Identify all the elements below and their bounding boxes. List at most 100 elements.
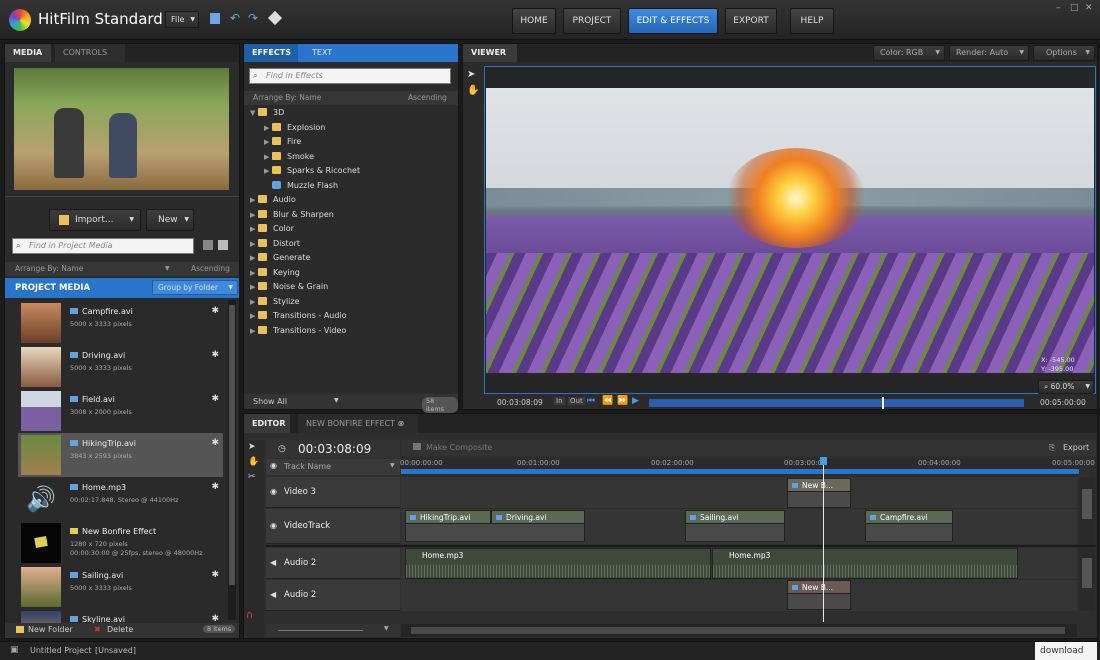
effects-tree-item[interactable]: ▶ Smoke (264, 150, 314, 165)
nav-edit-effects[interactable]: EDIT & EFFECTS (628, 8, 718, 34)
effects-tree-item[interactable]: ▶ Explosion (264, 121, 325, 136)
speaker-icon[interactable]: ◀ (270, 590, 276, 599)
sort-toggle[interactable]: Ascending (191, 262, 230, 276)
select-tool-icon[interactable]: ➤ (248, 442, 256, 452)
list-item[interactable]: 🔊 Home.mp3 00:02:17.848, Stereo @ 44100H… (18, 477, 223, 521)
list-item[interactable]: Field.avi 3008 x 2000 pixels ✱ (18, 389, 223, 433)
playhead-handle[interactable] (820, 457, 827, 465)
delete-button[interactable]: Delete (107, 625, 133, 634)
list-view-icon[interactable] (203, 240, 213, 250)
maximize-button[interactable]: □ (1070, 3, 1079, 13)
tab-controls[interactable]: CONTROLS (55, 44, 125, 62)
chevron-right-icon[interactable]: ▶ (250, 280, 258, 295)
show-filter-dropdown[interactable]: Show All (253, 397, 287, 406)
set-in-button[interactable]: In (554, 397, 565, 405)
track-lane-video3[interactable] (401, 477, 1077, 508)
chevron-right-icon[interactable]: ▶ (264, 135, 272, 150)
arrange-by-label[interactable]: Arrange By: Name (253, 91, 321, 105)
go-to-start-icon[interactable]: ⏮ (587, 396, 595, 406)
editor-export-button[interactable]: Export (1063, 443, 1089, 452)
track-header-video3[interactable]: ◉ Video 3 (266, 477, 400, 508)
eye-icon[interactable]: ◉ (270, 487, 277, 496)
chevron-right-icon[interactable]: ▶ (264, 150, 272, 165)
effects-tree-item[interactable]: ▶ Blur & Sharpen (250, 208, 334, 223)
list-item[interactable]: Campfire.avi 5000 x 3333 pixels ✱ (18, 301, 223, 345)
make-composite-button[interactable]: Make Composite (426, 443, 492, 452)
chevron-right-icon[interactable]: ▶ (250, 266, 258, 281)
editor-timecode[interactable]: 00:03:08:09 (298, 442, 371, 456)
chevron-right-icon[interactable]: ▶ (264, 164, 272, 179)
clip-hikingtrip[interactable]: HikingTrip.avi (405, 510, 491, 524)
grid-view-icon[interactable] (218, 240, 228, 250)
speaker-icon[interactable]: ◀ (270, 558, 276, 567)
effects-tree-item[interactable]: ▶ Transitions - Video (250, 324, 346, 339)
step-back-icon[interactable]: ⏪ (602, 396, 613, 406)
effects-tree-item[interactable]: ▶ Stylize (250, 295, 300, 310)
effects-tree-item[interactable]: ▶ Noise & Grain (250, 280, 328, 295)
clip-driving[interactable]: Driving.avi (491, 510, 585, 524)
nav-project[interactable]: PROJECT (563, 8, 621, 34)
list-item[interactable]: Sailing.avi 5000 x 3333 pixels ✱ (18, 565, 223, 609)
hand-tool-icon[interactable]: ✋ (467, 85, 479, 96)
render-mode-dropdown[interactable]: Render: Auto ▼ (949, 45, 1029, 61)
tab-text[interactable]: TEXT (304, 44, 344, 62)
group-by-dropdown[interactable]: Group by Folder ▼ (152, 280, 238, 295)
video-tracks-scrollbar[interactable] (1079, 477, 1095, 545)
clip-home-mp3-1[interactable]: Home.mp3 (405, 548, 711, 579)
effects-tree-item[interactable]: ▶ Audio (250, 193, 296, 208)
options-dropdown[interactable]: Options ▼ (1033, 45, 1095, 61)
effects-tree-item[interactable]: ▶ Color (250, 222, 294, 237)
clip-campfire[interactable]: Campfire.avi (865, 510, 953, 524)
list-item[interactable]: Skyline.avi ✱ (18, 609, 223, 623)
timeline-playhead[interactable] (823, 457, 824, 622)
color-mode-dropdown[interactable]: Color: RGB ▼ (873, 45, 945, 61)
media-search-input[interactable]: ⌕ Find in Project Media (12, 238, 194, 254)
clip-new-bonfire-video[interactable]: New B... (787, 478, 851, 492)
tab-editor[interactable]: EDITOR (244, 414, 290, 433)
chevron-right-icon[interactable]: ▶ (250, 324, 258, 339)
viewer-scrub-bar[interactable] (649, 397, 1024, 409)
effects-tree-item[interactable]: ▶ Generate (250, 251, 310, 266)
nav-export[interactable]: EXPORT (725, 8, 777, 34)
track-zoom-slider[interactable]: ▼ (266, 624, 400, 637)
effects-tree-item[interactable]: ▶ Keying (250, 266, 300, 281)
track-header-audio-2[interactable]: ◀ Audio 2 (266, 580, 400, 611)
slice-tool-icon[interactable]: ✂ (248, 472, 256, 482)
gear-icon[interactable]: ✱ (211, 350, 219, 360)
clip-home-mp3-2[interactable]: Home.mp3 (712, 548, 1018, 579)
gear-icon[interactable]: ✱ (211, 614, 219, 623)
chevron-down-icon[interactable]: ▼ (250, 106, 258, 121)
clip-sailing[interactable]: Sailing.avi (685, 510, 785, 524)
gear-icon[interactable]: ✱ (211, 438, 219, 448)
arrange-by-dropdown[interactable]: Arrange By: Name (15, 262, 83, 276)
viewer-playhead[interactable] (881, 397, 884, 409)
chevron-right-icon[interactable]: ▶ (250, 295, 258, 310)
effects-tree-item[interactable]: Muzzle Flash (264, 179, 338, 194)
effects-tree-item[interactable]: ▶ Sparks & Ricochet (264, 164, 360, 179)
chevron-right-icon[interactable]: ▶ (264, 121, 272, 136)
save-icon[interactable] (210, 13, 220, 24)
gear-icon[interactable]: ✱ (211, 306, 219, 316)
close-button[interactable]: ✕ (1085, 3, 1093, 13)
new-folder-button[interactable]: New Folder (28, 625, 73, 634)
gear-icon[interactable]: ✱ (211, 482, 219, 492)
list-item[interactable]: New Bonfire Effect 1280 x 720 pixels 00:0… (18, 521, 223, 565)
track-header-audio-1[interactable]: ◀ Audio 2 (266, 548, 400, 579)
media-scrollbar[interactable] (228, 300, 236, 620)
chevron-right-icon[interactable]: ▶ (250, 309, 258, 324)
track-lane-audio-2[interactable] (401, 580, 1077, 611)
undo-icon[interactable]: ↶ (230, 11, 240, 25)
step-forward-icon[interactable]: ⏩ (617, 396, 628, 406)
eye-icon[interactable]: ◉ (270, 461, 277, 470)
new-button[interactable]: New ▼ (146, 209, 194, 231)
hand-tool-icon[interactable]: ✋ (248, 457, 259, 467)
redo-icon[interactable]: ↷ (248, 11, 258, 25)
audio-tracks-scrollbar[interactable] (1079, 548, 1095, 611)
effects-tree-item[interactable]: ▶ Transitions - Audio (250, 309, 347, 324)
tab-effects[interactable]: EFFECTS (244, 44, 298, 62)
play-icon[interactable]: ▶ (632, 396, 639, 406)
effects-tree-item[interactable]: ▶ Fire (264, 135, 301, 150)
timeline-horizontal-scrollbar[interactable] (401, 624, 1077, 637)
snap-magnet-icon[interactable]: ∩ (246, 610, 253, 621)
chevron-right-icon[interactable]: ▶ (250, 208, 258, 223)
